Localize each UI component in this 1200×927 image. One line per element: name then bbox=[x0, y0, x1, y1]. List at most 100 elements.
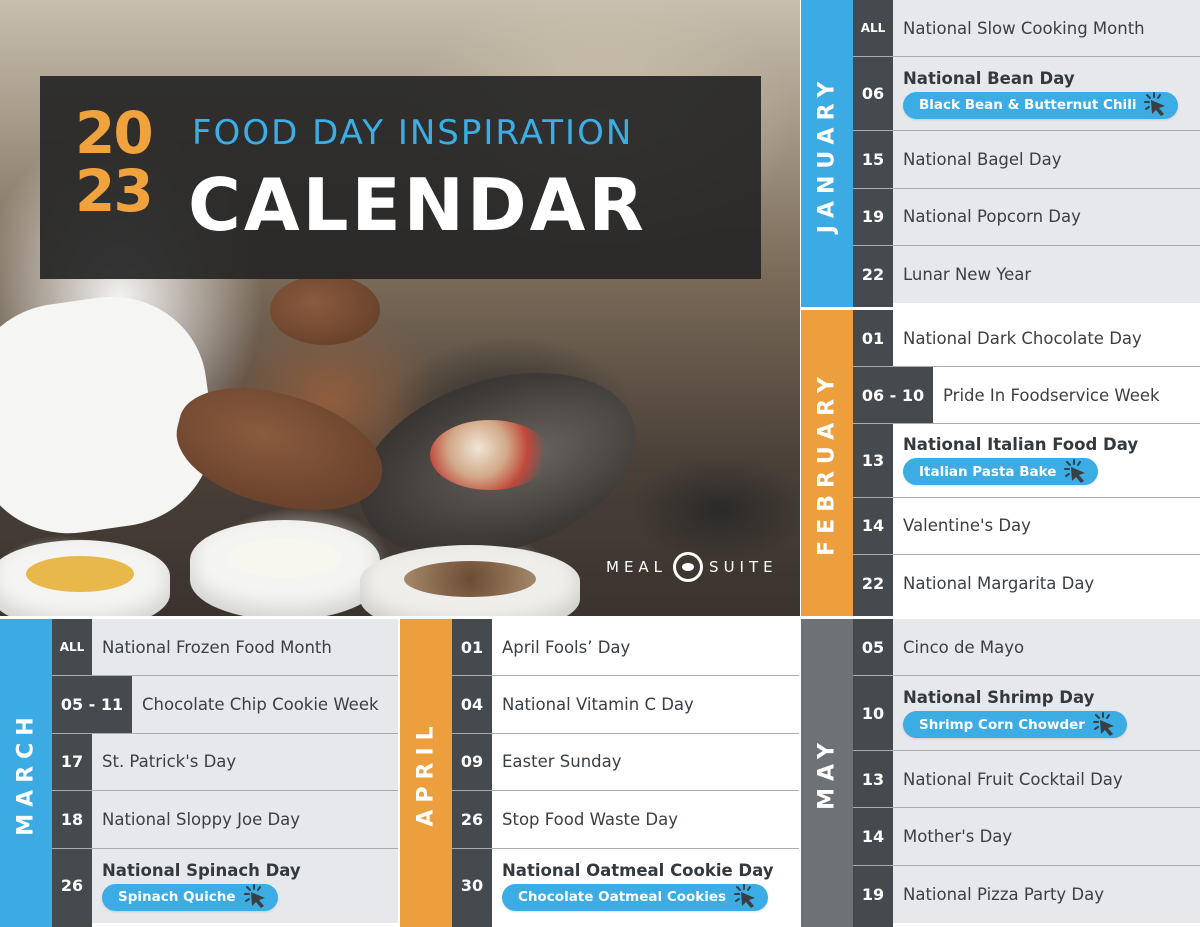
event-content: Pride In Foodservice Week bbox=[933, 386, 1160, 405]
event-row: 19 National Pizza Party Day bbox=[853, 865, 1200, 923]
event-content: National Vitamin C Day bbox=[492, 695, 694, 714]
event-row: 06 - 10 Pride In Foodservice Week bbox=[853, 367, 1200, 424]
event-row: ALL National Frozen Food Month bbox=[52, 619, 398, 677]
event-name: National Bagel Day bbox=[903, 150, 1062, 170]
event-row: 14 Valentine's Day bbox=[853, 497, 1200, 555]
event-row: 18 National Sloppy Joe Day bbox=[52, 791, 398, 849]
event-content: April Fools’ Day bbox=[492, 638, 630, 657]
event-date: 06 bbox=[853, 57, 893, 131]
month-label: MAY bbox=[814, 736, 840, 810]
event-row: 14 Mother's Day bbox=[853, 808, 1200, 866]
recipe-button[interactable]: Shrimp Corn Chowder bbox=[903, 711, 1127, 739]
event-row: 17 St. Patrick's Day bbox=[52, 733, 398, 792]
event-name: St. Patrick's Day bbox=[102, 752, 237, 772]
event-row: 13 National Italian Food Day Italian Pasta… bbox=[853, 424, 1200, 498]
event-date: 22 bbox=[853, 554, 893, 612]
event-content: National Oatmeal Cookie Day Chocolate Oat… bbox=[492, 861, 774, 911]
event-date: 01 bbox=[452, 619, 492, 676]
recipe-label: Chocolate Oatmeal Cookies bbox=[518, 889, 727, 906]
hero-photo: 20 23 FOOD DAY INSPIRATION CALENDAR MEAL… bbox=[0, 0, 800, 616]
event-date: ALL bbox=[52, 619, 92, 676]
event-row: 04 National Vitamin C Day bbox=[452, 676, 799, 734]
event-name: National Frozen Food Month bbox=[102, 637, 332, 657]
brand-logo: MEAL SUITE bbox=[606, 552, 778, 582]
event-row: 15 National Bagel Day bbox=[853, 131, 1200, 189]
event-row: 13 National Fruit Cocktail Day bbox=[853, 750, 1200, 809]
event-content: Chocolate Chip Cookie Week bbox=[132, 695, 379, 714]
month-january: JANUARY ALL National Slow Cooking Month 06 N… bbox=[801, 0, 1200, 307]
event-content: Lunar New Year bbox=[893, 265, 1031, 284]
chef-hand-upper bbox=[270, 275, 380, 345]
event-content: Easter Sunday bbox=[492, 752, 622, 771]
event-date: ALL bbox=[853, 0, 893, 57]
event-row: 01 April Fools’ Day bbox=[452, 619, 799, 677]
event-date: 05 bbox=[853, 619, 893, 676]
event-list: 01 April Fools’ Day 04 National Vitamin C D… bbox=[452, 619, 799, 927]
event-row: 26 Stop Food Waste Day bbox=[452, 791, 799, 849]
click-cursor-icon bbox=[242, 884, 268, 910]
event-row: ALL National Slow Cooking Month bbox=[853, 0, 1200, 58]
event-row: 30 National Oatmeal Cookie Day Chocolate O… bbox=[452, 848, 799, 923]
click-cursor-icon bbox=[1062, 458, 1088, 485]
featured-event-name: National Italian Food Day bbox=[903, 435, 1139, 455]
event-name: National Slow Cooking Month bbox=[903, 18, 1145, 38]
event-content: National Pizza Party Day bbox=[893, 885, 1104, 904]
event-content: Valentine's Day bbox=[893, 516, 1031, 535]
event-content: National Dark Chocolate Day bbox=[893, 329, 1142, 348]
cheese-bowl bbox=[0, 540, 170, 616]
event-name: Chocolate Chip Cookie Week bbox=[142, 695, 379, 715]
recipe-button[interactable]: Spinach Quiche bbox=[102, 883, 278, 911]
month-february: FEBRUARY 01 National Dark Chocolate Day 06 … bbox=[801, 310, 1200, 616]
click-cursor-icon bbox=[1142, 92, 1168, 118]
event-content: National Bean Day Black Bean & Butternut … bbox=[893, 69, 1179, 119]
event-date: 18 bbox=[52, 791, 92, 848]
event-content: National Sloppy Joe Day bbox=[92, 810, 300, 829]
event-row: 26 National Spinach Day Spinach Quiche bbox=[52, 848, 398, 923]
event-name: National Popcorn Day bbox=[903, 207, 1081, 227]
event-content: St. Patrick's Day bbox=[92, 752, 236, 771]
event-date: 01 bbox=[853, 310, 893, 366]
year-bottom: 23 bbox=[75, 157, 154, 225]
featured-event-name: National Shrimp Day bbox=[903, 688, 1095, 708]
click-cursor-icon bbox=[732, 884, 758, 910]
pan-food bbox=[430, 420, 550, 490]
month-label: MARCH bbox=[13, 710, 39, 836]
event-name: Pride In Foodservice Week bbox=[943, 385, 1160, 405]
event-date: 05 - 11 bbox=[52, 676, 132, 733]
page-subtitle: FOOD DAY INSPIRATION bbox=[192, 113, 634, 153]
event-content: Stop Food Waste Day bbox=[492, 810, 678, 829]
recipe-button[interactable]: Chocolate Oatmeal Cookies bbox=[502, 883, 769, 911]
month-label-bar: APRIL bbox=[400, 619, 452, 927]
event-row: 09 Easter Sunday bbox=[452, 733, 799, 792]
event-date: 13 bbox=[853, 424, 893, 497]
event-row: 10 National Shrimp Day Shrimp Corn Chowder bbox=[853, 676, 1200, 751]
month-label-bar: FEBRUARY bbox=[801, 310, 853, 616]
event-row: 19 National Popcorn Day bbox=[853, 188, 1200, 246]
event-name: Valentine's Day bbox=[903, 516, 1031, 536]
event-name: National Fruit Cocktail Day bbox=[903, 769, 1123, 789]
event-name: National Sloppy Joe Day bbox=[102, 809, 301, 829]
recipe-label: Shrimp Corn Chowder bbox=[919, 716, 1085, 733]
event-content: National Bagel Day bbox=[893, 150, 1061, 169]
brand-left-word: MEAL bbox=[606, 558, 668, 576]
month-label-bar: MAY bbox=[801, 619, 853, 927]
month-label: APRIL bbox=[413, 719, 439, 827]
month-may: MAY 05 Cinco de Mayo 10 National Shrimp Day S… bbox=[801, 619, 1200, 927]
month-label: FEBRUARY bbox=[814, 370, 840, 556]
mushroom-bowl bbox=[360, 545, 580, 616]
event-name: National Margarita Day bbox=[903, 573, 1095, 593]
recipe-button[interactable]: Black Bean & Butternut Chili bbox=[903, 91, 1179, 119]
event-row: 06 National Bean Day Black Bean & Butternu… bbox=[853, 57, 1200, 132]
event-name: Lunar New Year bbox=[903, 264, 1032, 284]
event-content: National Slow Cooking Month bbox=[893, 19, 1145, 38]
event-row: 05 Cinco de Mayo bbox=[853, 619, 1200, 677]
event-date: 13 bbox=[853, 750, 893, 808]
recipe-label: Spinach Quiche bbox=[118, 889, 236, 906]
event-date: 19 bbox=[853, 188, 893, 245]
event-date: 10 bbox=[853, 676, 893, 750]
event-date: 22 bbox=[853, 245, 893, 303]
meal-suite-logo-icon bbox=[673, 552, 704, 582]
month-label: JANUARY bbox=[814, 74, 840, 233]
event-date: 17 bbox=[52, 733, 92, 791]
recipe-button[interactable]: Italian Pasta Bake bbox=[903, 458, 1099, 486]
